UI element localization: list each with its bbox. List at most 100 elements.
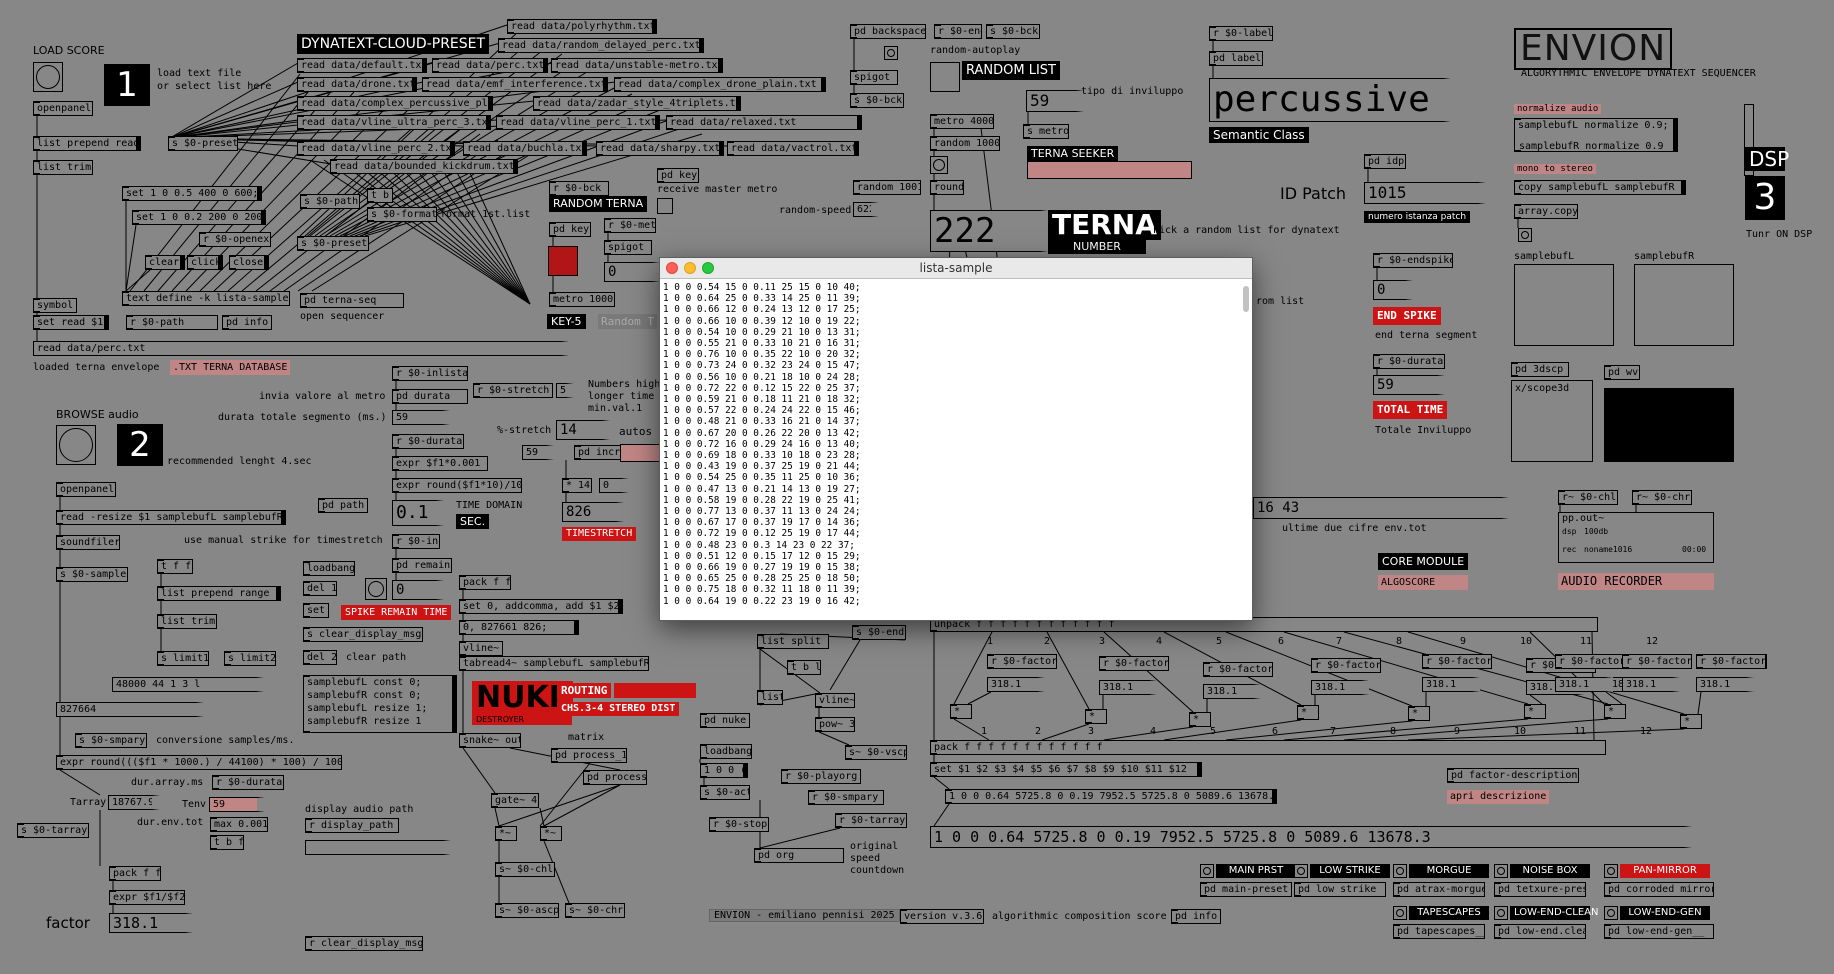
version-object[interactable]: version v.3.6 [900, 909, 984, 924]
r-display-path-object[interactable]: r display_path [305, 818, 399, 833]
msg-0-827661[interactable]: 0, 827661 826; [459, 620, 579, 635]
random-t-label[interactable]: Random T [598, 314, 657, 329]
mul-object-3[interactable]: * [1189, 712, 1211, 727]
s-smpary-object[interactable]: s $0-smpary [75, 733, 147, 748]
loadbang-object-1[interactable]: loadbang [303, 561, 355, 576]
pd-remain-object[interactable]: pd remain [392, 558, 452, 573]
openpanel-object[interactable]: openpanel [33, 101, 93, 116]
samplebufR-waveform[interactable] [1634, 264, 1734, 346]
pd-backspace-object[interactable]: pd backspace [850, 24, 926, 39]
r-endspike-object[interactable]: r $0-endspike [1373, 253, 1453, 268]
preset-pd-object-6[interactable]: pd tapescapes__ [1393, 924, 1485, 939]
samplerate-info-atom[interactable]: 48000 44 1 3 l [112, 677, 264, 692]
r-factor-object-1[interactable]: r $0-factor [987, 654, 1057, 669]
remain-atom[interactable]: 0 [392, 580, 444, 600]
backspace-bang[interactable] [884, 46, 898, 60]
expr-round-object[interactable]: expr round((($f1 * 1000.) / 44100) * 100… [56, 755, 342, 770]
r-bck-object[interactable]: r $0-bck [549, 181, 609, 196]
tarray-atom[interactable]: 18767.9 [108, 795, 160, 810]
click-msg[interactable]: click [187, 255, 223, 270]
factor-atom-11[interactable]: 318.1 [1696, 677, 1754, 692]
pd-label-object[interactable]: pd label [1209, 51, 1263, 66]
pd-factor-description-object[interactable]: pd factor-description [1447, 768, 1579, 783]
clear-bang[interactable] [365, 578, 387, 600]
stretch-59-atom[interactable]: 59 [522, 445, 554, 460]
mul-14-object[interactable]: * 14 [562, 478, 592, 493]
mul-object-2[interactable]: * [1085, 709, 1107, 724]
t-b-object-1[interactable]: t b [367, 188, 393, 203]
timestretch-826-atom[interactable]: 826 [562, 502, 624, 522]
terna-seeker-slider[interactable] [1027, 161, 1192, 179]
gate4-object[interactable]: gate~ 4 [491, 793, 539, 808]
copy-samplebuf-msg[interactable]: copy samplebufL samplebufR [1514, 180, 1686, 195]
scrollbar-thumb[interactable] [1243, 286, 1249, 312]
pack-ff-object[interactable]: pack f f [109, 866, 161, 881]
window-titlebar[interactable]: lista-sample [660, 258, 1252, 279]
r-chl-object[interactable]: r~ $0-chl [1558, 490, 1618, 505]
loadbang-object-2[interactable]: loadbang [700, 744, 752, 759]
factor-atom[interactable]: 318.1 [109, 913, 193, 933]
text-window-lista-sample[interactable]: lista-sample 1 0 0 0.54 15 0 0.11 25 15 … [659, 257, 1253, 621]
browse-audio-bang[interactable] [56, 425, 96, 465]
preset-pd-object-7[interactable]: pd low-end.clean_ [1494, 924, 1586, 939]
preset-bang-1[interactable] [1200, 864, 1214, 878]
r-stop-object[interactable]: r $0-stop [709, 817, 769, 832]
list-output-atom[interactable]: 1 0 0 0.64 5725.8 0 0.19 7952.5 5725.8 0… [930, 826, 1692, 848]
pd-3dscp-object[interactable]: pd 3dscp [1511, 362, 1569, 377]
random-1000-object[interactable]: random 1000 [930, 136, 1000, 151]
spigot-object-1[interactable]: spigot [604, 240, 652, 255]
preset-read-msg-2[interactable]: read data/random_delayed_perc.txt [498, 38, 704, 53]
preset-read-msg-17[interactable]: read data/vactrol.txt [727, 141, 859, 156]
metro-4000-object[interactable]: metro 4000 [930, 114, 994, 129]
factor-atom-10[interactable]: 318.1 [1622, 677, 1680, 692]
set-list-msg[interactable]: set $1 $2 $3 $4 $5 $6 $7 $8 $9 $10 $11 $… [930, 762, 1202, 777]
preset-bang-8[interactable] [1604, 906, 1618, 920]
factor-atom-5[interactable]: 318.1 [1422, 677, 1480, 692]
s-preset-object-2[interactable]: s $0-preset [297, 236, 369, 251]
pd-durata-object[interactable]: pd durata [392, 389, 468, 404]
preset-read-msg-18[interactable]: read data/bounded_kickdrum.txt [330, 159, 518, 174]
list-trim-object[interactable]: list trim [33, 160, 93, 175]
vertical-scrollbar[interactable] [1242, 280, 1251, 617]
r-label-object[interactable]: r $0-label [1209, 26, 1273, 41]
text-define-object[interactable]: text define -k lista-sample [122, 291, 290, 306]
pack-f-f-object[interactable]: pack f f [459, 575, 511, 590]
audio-recorder-label[interactable]: AUDIO RECORDER [1558, 573, 1714, 590]
terna-toggle-red[interactable] [548, 246, 578, 276]
preset-read-msg-14[interactable]: read data/vline_perc_2.txt [297, 141, 455, 156]
preset-read-msg-1[interactable]: read data/polyrhythm.txt [507, 19, 657, 34]
copy-bang[interactable] [1518, 228, 1532, 242]
preset-bang-6[interactable] [1393, 906, 1407, 920]
r-factor-object-10[interactable]: r $0-factor [1622, 654, 1692, 669]
max-object[interactable]: max 0.001 [210, 817, 268, 832]
set-addcomma-msg[interactable]: set 0, addcomma, add $1 $2 [459, 599, 623, 614]
pd-terna-seq-object[interactable]: pd terna-seq [300, 293, 404, 308]
pow3-object[interactable]: pow~ 3 [815, 717, 855, 732]
preset-bang-2[interactable] [1294, 864, 1308, 878]
number-zero-atom-1[interactable]: 0 [604, 262, 660, 282]
r-playorg-object[interactable]: r $0-playorg [781, 769, 861, 784]
algoscore-label[interactable]: ALGOSCORE [1378, 575, 1468, 590]
last-digits-atom[interactable]: 16 43 [1253, 497, 1509, 519]
pack12-object[interactable]: pack f f f f f f f f f f f f [930, 740, 1606, 755]
t-b-f-object[interactable]: t b f [210, 835, 244, 850]
r-clear-display-object[interactable]: r clear_display_msg [305, 936, 423, 951]
r-chr-object[interactable]: r~ $0-chr [1632, 490, 1692, 505]
s-ascp-object[interactable]: s~ $0-ascp [495, 903, 559, 918]
r-durata-object-2[interactable]: r $0-durata [212, 775, 284, 790]
load-score-bang[interactable] [33, 62, 63, 92]
number-222-atom[interactable]: 222 [930, 210, 1048, 252]
mul-object-7[interactable]: * [1604, 704, 1626, 719]
durata-segmento-atom[interactable]: 59 [392, 410, 450, 425]
preset-bang-3[interactable] [1393, 864, 1407, 878]
r-factor-object-11[interactable]: r $0-factor [1696, 654, 1766, 669]
r-inlista-object[interactable]: r $0-inlista [392, 366, 468, 381]
key-toggle[interactable] [657, 198, 673, 214]
pd-process1-object[interactable]: pd process_1 [551, 748, 627, 763]
routing-x-toggles[interactable] [614, 683, 696, 698]
random-speed-atom[interactable]: 622 [853, 202, 879, 217]
txt-terna-database-label[interactable]: .TXT TERNA DATABASE [170, 360, 291, 375]
pd-nuke-object[interactable]: pd nuke [700, 713, 750, 728]
r-stretch-object[interactable]: r $0-stretch [473, 383, 553, 398]
preset-read-msg-12[interactable]: read data/vline_perc_1.txt [496, 115, 660, 130]
